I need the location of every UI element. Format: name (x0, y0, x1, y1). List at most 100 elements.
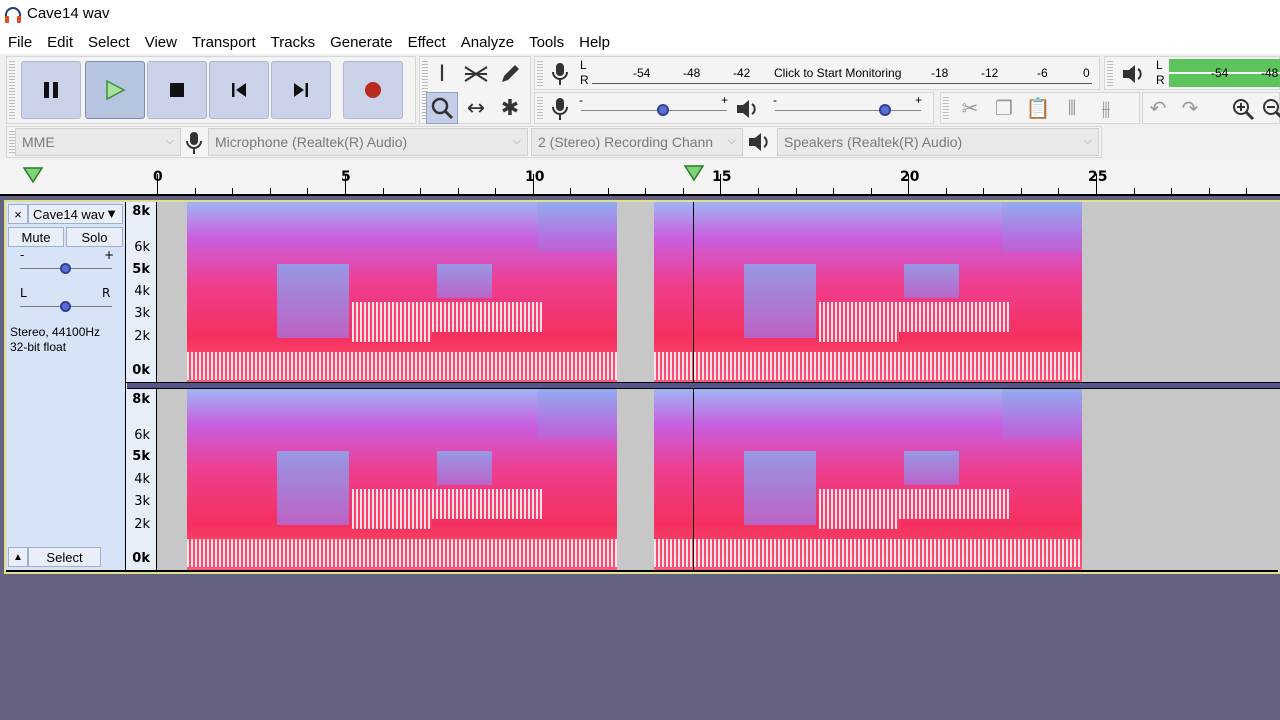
time-shift-tool-icon[interactable]: ↔ (460, 92, 492, 124)
gain-slider-thumb[interactable] (60, 263, 71, 274)
recording-channels-value: 2 (Stereo) Recording Chann (538, 134, 714, 150)
toolbar-grip[interactable] (9, 61, 15, 119)
draw-tool-icon[interactable] (494, 58, 526, 90)
record-volume-thumb[interactable] (657, 104, 669, 116)
ruler-minor-tick (946, 188, 947, 194)
spectrogram-region (277, 264, 349, 338)
playback-device-select[interactable]: Speakers (Realtek(R) Audio) ⌵ (777, 128, 1099, 156)
trim-audio-icon[interactable]: ⫴ (1057, 93, 1087, 123)
microphone-icon (552, 98, 568, 120)
spectrogram-region (537, 202, 617, 252)
transport-toolbar (6, 56, 416, 124)
freq-label: 2k (134, 329, 150, 344)
solo-button[interactable]: Solo (66, 227, 123, 247)
skip-to-end-button[interactable] (271, 61, 331, 119)
menu-edit[interactable]: Edit (47, 34, 73, 51)
play-head-start-icon[interactable] (22, 166, 44, 186)
collapse-track-button[interactable]: ▲ (8, 547, 28, 567)
ruler-minor-tick (645, 188, 646, 194)
close-track-button[interactable]: × (8, 204, 28, 224)
skip-end-icon (294, 83, 308, 97)
track-info-sample-format: 32-bit float (10, 340, 67, 354)
zoom-in-icon[interactable] (1231, 97, 1255, 121)
spectrogram-region (437, 264, 492, 298)
menu-tracks[interactable]: Tracks (271, 34, 315, 51)
timeline-ruler[interactable]: 0 5 10 15 20 25 (0, 160, 1280, 196)
spectrogram-region (819, 489, 899, 529)
spectrogram-region (187, 352, 617, 380)
recording-channels-select[interactable]: 2 (Stereo) Recording Chann ⌵ (531, 128, 743, 156)
mute-button[interactable]: Mute (8, 227, 64, 247)
freq-label: 0k (132, 551, 150, 566)
multi-tool-icon[interactable]: ✱ (494, 92, 526, 124)
ruler-minor-tick (383, 188, 384, 194)
meter-tick: -48 (683, 66, 701, 80)
spectrogram-clip[interactable] (187, 389, 617, 570)
pan-slider-thumb[interactable] (60, 301, 71, 312)
menu-analyze[interactable]: Analyze (461, 34, 514, 51)
freq-label: 2k (134, 517, 150, 532)
skip-to-start-button[interactable] (209, 61, 269, 119)
menu-effect[interactable]: Effect (408, 34, 446, 51)
play-position-marker-icon[interactable] (683, 164, 705, 184)
menu-select[interactable]: Select (88, 34, 130, 51)
audacity-headphones-icon (5, 7, 21, 23)
silence-audio-icon[interactable]: ⫵ (1091, 93, 1121, 123)
menu-help[interactable]: Help (579, 34, 610, 51)
menu-file[interactable]: File (8, 34, 32, 51)
undo-icon[interactable]: ↶ (1143, 93, 1173, 123)
playback-minus-label: - (773, 93, 777, 107)
redo-icon[interactable]: ↷ (1175, 93, 1205, 123)
track-name-menu[interactable]: Cave14 wav ▼ (28, 204, 123, 224)
select-track-button[interactable]: Select (28, 547, 101, 567)
gain-minus-label: - (579, 93, 583, 107)
zoom-tool-icon[interactable] (426, 92, 458, 124)
title-bar: Cave14 wav (0, 0, 1280, 30)
playback-volume-slider[interactable] (775, 110, 921, 111)
menu-generate[interactable]: Generate (330, 34, 393, 51)
spectrogram-channel-right[interactable] (157, 389, 1280, 570)
toolbar-grip[interactable] (1107, 61, 1113, 87)
spectrogram-clip[interactable] (187, 202, 617, 382)
meter-tick: -12 (981, 66, 999, 80)
audio-host-select[interactable]: MME ⌵ (15, 128, 181, 156)
record-meter-scale[interactable] (592, 83, 1092, 84)
ruler-label: 15 (712, 169, 732, 185)
ruler-minor-tick (1246, 188, 1247, 194)
ruler-label: 5 (341, 169, 351, 185)
pause-button[interactable] (21, 61, 81, 119)
spectrogram-clip[interactable] (654, 202, 1082, 382)
freq-label: 4k (134, 472, 150, 487)
spectrogram-clip[interactable] (654, 389, 1082, 570)
menu-view[interactable]: View (145, 34, 177, 51)
ruler-minor-tick (570, 188, 571, 194)
selection-tool-icon[interactable]: I (426, 58, 458, 90)
stop-button[interactable] (147, 61, 207, 119)
copy-icon[interactable]: ❐ (989, 93, 1019, 123)
window-title: Cave14 wav (27, 5, 110, 22)
spectrogram-region (744, 264, 816, 338)
spectrogram-region (899, 302, 1009, 332)
toolbar-grip[interactable] (943, 97, 949, 121)
record-button[interactable] (343, 61, 403, 119)
recording-device-select[interactable]: Microphone (Realtek(R) Audio) ⌵ (208, 128, 528, 156)
toolbar-grip[interactable] (537, 61, 543, 87)
envelope-tool-icon[interactable] (460, 58, 492, 90)
start-monitoring-prompt[interactable]: Click to Start Monitoring (772, 66, 904, 80)
ruler-minor-tick (796, 188, 797, 194)
paste-icon[interactable]: 📋 (1023, 93, 1053, 123)
ruler-minor-tick (458, 188, 459, 194)
cut-icon[interactable]: ✂ (955, 93, 985, 123)
spectrogram-channel-left[interactable] (157, 202, 1280, 382)
menu-bar: File Edit Select View Transport Tracks G… (0, 30, 1280, 54)
track-control-panel[interactable]: × Cave14 wav ▼ Mute Solo - + L R Stereo,… (6, 202, 125, 570)
play-button[interactable] (85, 61, 145, 119)
tools-toolbar: I ↔ ✱ (419, 56, 531, 124)
zoom-out-icon[interactable] (1261, 97, 1280, 121)
gain-plus-label: + (721, 93, 729, 107)
menu-tools[interactable]: Tools (529, 34, 564, 51)
record-volume-slider[interactable] (581, 110, 727, 111)
menu-transport[interactable]: Transport (192, 34, 256, 51)
toolbar-grip[interactable] (537, 97, 543, 121)
playback-volume-thumb[interactable] (879, 104, 891, 116)
